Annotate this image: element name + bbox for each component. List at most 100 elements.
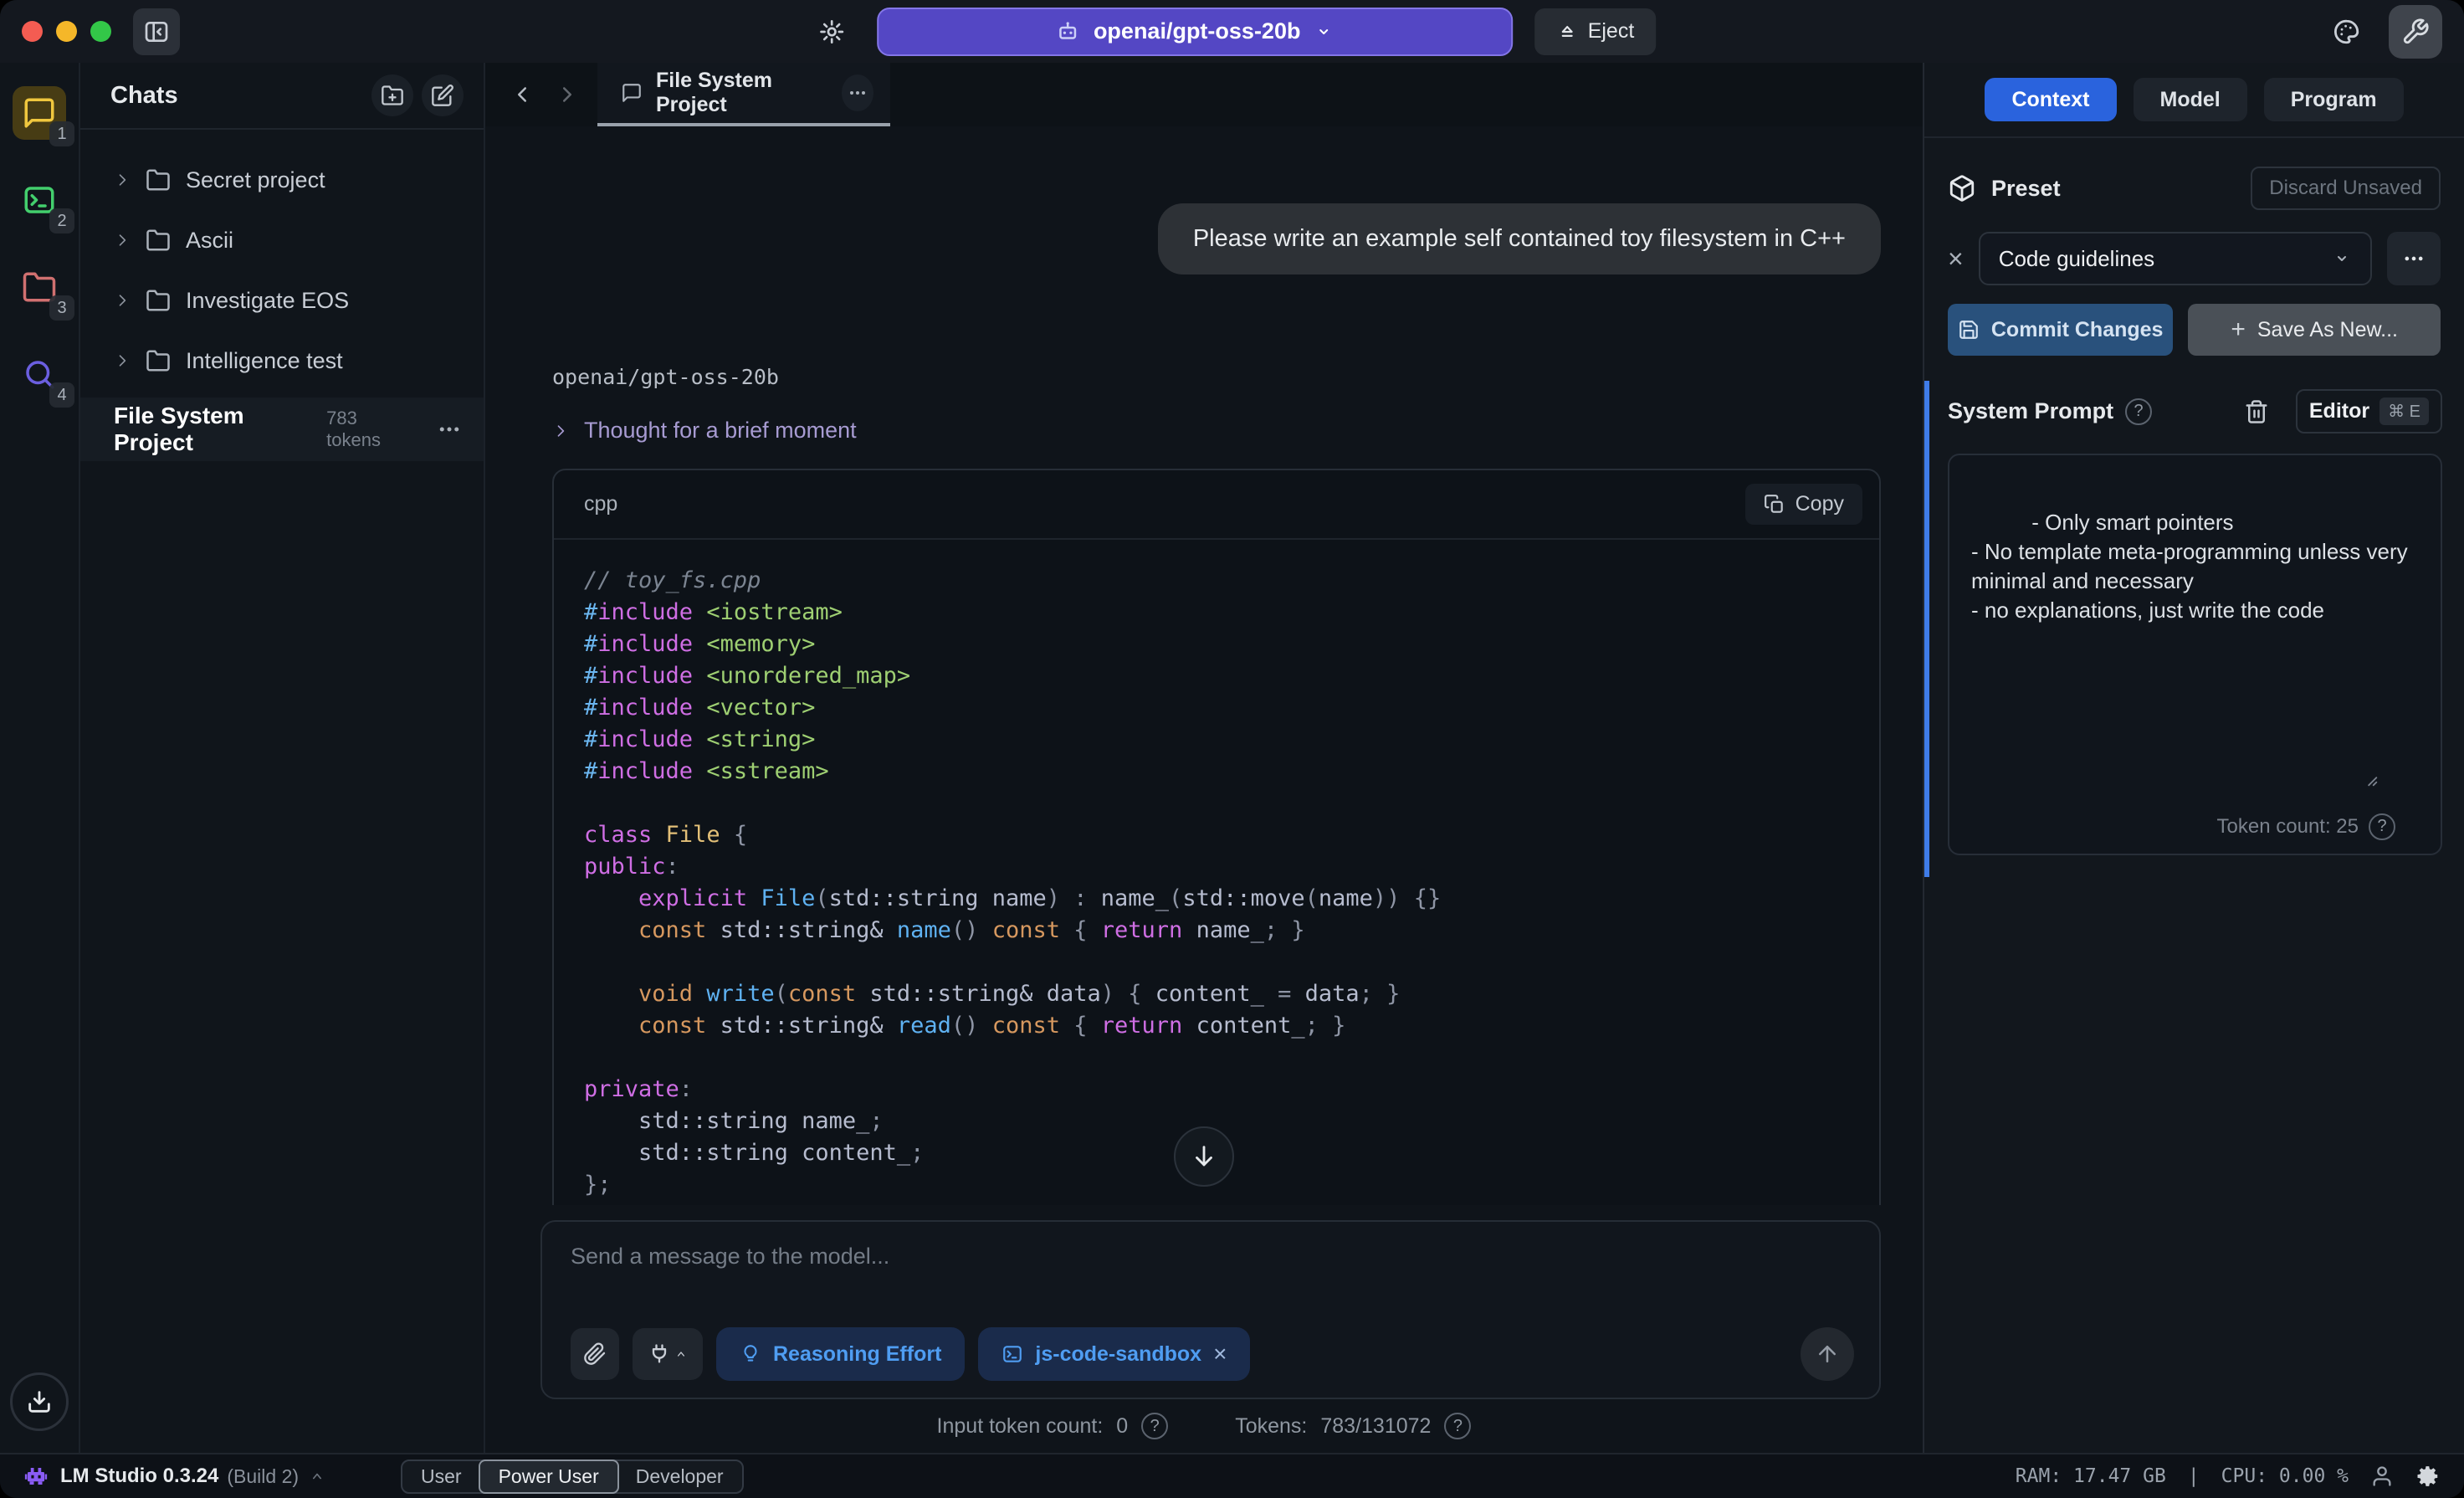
traffic-lights	[22, 21, 111, 42]
sidebar-folder-item[interactable]: Secret project	[80, 150, 484, 210]
tab-file-system-project[interactable]: File System Project	[597, 63, 890, 126]
preset-select-value: Code guidelines	[1999, 246, 2154, 272]
chevron-down-icon	[1314, 22, 1334, 42]
sidebar-toggle-button[interactable]	[133, 8, 180, 55]
right-panel: Context Model Program Preset Discard Uns…	[1923, 63, 2464, 1453]
user-icon[interactable]	[2370, 1465, 2394, 1488]
close-window-button[interactable]	[22, 21, 43, 42]
code-block: cpp Copy // toy_fs.cpp#include <iostream…	[552, 469, 1881, 1205]
plug-icon	[648, 1342, 671, 1366]
back-button[interactable]	[504, 76, 540, 113]
folder-label: Intelligence test	[186, 348, 343, 374]
sidebar-folder-item[interactable]: Ascii	[80, 210, 484, 270]
js-code-sandbox-chip[interactable]: js-code-sandbox ×	[978, 1327, 1250, 1381]
send-icon	[1815, 1342, 1840, 1367]
chats-sidebar: Chats	[80, 63, 485, 1453]
paperclip-icon	[583, 1342, 607, 1366]
chevron-right-icon[interactable]	[114, 352, 131, 369]
attach-file-button[interactable]	[571, 1328, 619, 1380]
model-selector[interactable]: openai/gpt-oss-20b	[877, 8, 1513, 56]
zoom-window-button[interactable]	[90, 21, 111, 42]
new-chat-button[interactable]	[422, 74, 464, 116]
chat-item-selected[interactable]: File System Project 783 tokens	[80, 398, 484, 461]
package-icon	[1948, 174, 1976, 203]
code-line: #include <string>	[584, 724, 1849, 756]
new-folder-button[interactable]	[371, 74, 413, 116]
sidebar-folder-item[interactable]: Intelligence test	[80, 331, 484, 391]
mode-power-user[interactable]: Power User	[479, 1460, 619, 1494]
rail-item-developer[interactable]: 2	[13, 173, 66, 227]
scroll-to-bottom-button[interactable]	[1174, 1126, 1234, 1187]
clear-preset-button[interactable]: ×	[1948, 245, 1964, 272]
folder-label: Investigate EOS	[186, 288, 349, 314]
code-line	[584, 947, 1849, 978]
preset-select[interactable]: Code guidelines	[1979, 232, 2372, 285]
commit-changes-button[interactable]: Commit Changes	[1948, 304, 2173, 356]
eject-button[interactable]: Eject	[1534, 8, 1657, 55]
editor-button[interactable]: Editor ⌘ E	[2296, 389, 2442, 433]
downloads-button[interactable]	[10, 1372, 69, 1431]
theme-button[interactable]	[2323, 8, 2370, 55]
chevron-right-icon	[552, 423, 569, 439]
forward-button[interactable]	[549, 76, 586, 113]
chevron-right-icon[interactable]	[114, 292, 131, 309]
back-icon	[510, 82, 535, 107]
token-count-label: Token count: 25	[2217, 813, 2359, 840]
tab-model[interactable]: Model	[2134, 78, 2247, 121]
lm-studio-logo	[23, 1464, 49, 1489]
code-line: #include <memory>	[584, 628, 1849, 660]
tab-context[interactable]: Context	[1985, 78, 2116, 121]
save-as-new-button[interactable]: + Save As New...	[2188, 304, 2441, 356]
trash-icon[interactable]	[2244, 399, 2269, 424]
chevron-right-icon[interactable]	[114, 232, 131, 249]
close-icon[interactable]: ×	[1213, 1341, 1227, 1367]
sidebar-toggle-icon	[143, 18, 170, 45]
discard-unsaved-button[interactable]: Discard Unsaved	[2251, 167, 2441, 210]
help-icon[interactable]: ?	[2125, 398, 2152, 425]
code-line: #include <unordered_map>	[584, 660, 1849, 692]
send-button[interactable]	[1801, 1327, 1854, 1381]
ellipsis-icon[interactable]	[437, 417, 462, 442]
left-rail: 1 2 3 4	[0, 63, 80, 1453]
reasoning-effort-chip[interactable]: Reasoning Effort	[716, 1327, 965, 1381]
developer-tools-button[interactable]	[2389, 5, 2442, 59]
composer-controls: Reasoning Effort js-code-sandbox ×	[571, 1327, 1854, 1381]
rail-item-chat[interactable]: 1	[13, 86, 66, 140]
plugins-button[interactable]	[633, 1328, 703, 1380]
folder-label: Secret project	[186, 167, 325, 193]
code-language-label: cpp	[584, 492, 617, 516]
reasoning-effort-label: Reasoning Effort	[773, 1342, 941, 1367]
system-prompt-title: System Prompt	[1948, 398, 2113, 424]
help-icon[interactable]: ?	[1141, 1413, 1168, 1439]
sidebar-folder-item[interactable]: Investigate EOS	[80, 270, 484, 331]
tab-menu-button[interactable]	[842, 74, 873, 111]
preset-buttons: Commit Changes + Save As New...	[1948, 304, 2441, 356]
tab-program[interactable]: Program	[2264, 78, 2404, 121]
message-input[interactable]: Send a message to the model...	[571, 1244, 1854, 1270]
folder-icon	[146, 348, 171, 373]
minimize-window-button[interactable]	[56, 21, 77, 42]
system-resources: RAM: 17.47 GB | CPU: 0.00 %	[2016, 1464, 2441, 1489]
wrench-icon	[2401, 18, 2430, 46]
chat-transcript: Please write an example self contained t…	[485, 126, 1923, 1205]
copy-label: Copy	[1795, 492, 1844, 516]
help-icon[interactable]: ?	[1444, 1413, 1471, 1439]
resize-handle-icon[interactable]	[2361, 711, 2434, 847]
settings-icon[interactable]	[2415, 1464, 2441, 1489]
rail-item-my-models[interactable]: 3	[13, 260, 66, 314]
mode-developer[interactable]: Developer	[617, 1461, 742, 1492]
chevron-right-icon[interactable]	[114, 172, 131, 188]
chevron-up-icon[interactable]	[309, 1468, 325, 1485]
preset-menu-button[interactable]	[2387, 232, 2441, 285]
code-line: const std::string& read() const { return…	[584, 1010, 1849, 1042]
system-prompt-header: System Prompt ? Editor ⌘ E	[1948, 389, 2442, 433]
tab-label: File System Project	[656, 69, 823, 117]
copy-code-button[interactable]: Copy	[1745, 484, 1862, 525]
mode-user[interactable]: User	[402, 1461, 480, 1492]
system-prompt-textarea[interactable]: - Only smart pointers - No template meta…	[1948, 454, 2442, 855]
model-settings-button[interactable]	[808, 8, 855, 55]
code-line: // toy_fs.cpp	[584, 565, 1849, 597]
thought-toggle[interactable]: Thought for a brief moment	[552, 418, 1881, 444]
rail-item-discover[interactable]: 4	[13, 347, 66, 401]
code-line: const std::string& name() const { return…	[584, 915, 1849, 947]
